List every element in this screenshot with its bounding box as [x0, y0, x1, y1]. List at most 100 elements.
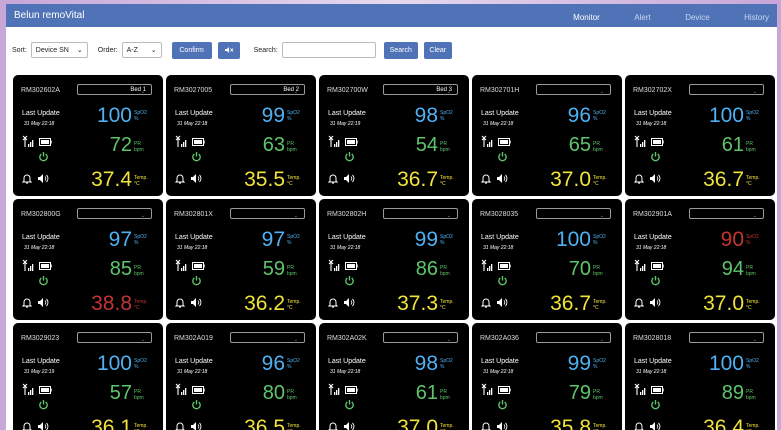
device-card[interactable]: RM302602A Bed 1 ⌄ Last Update 31 May 22:1…: [13, 75, 163, 196]
bed-select[interactable]: ⌄: [536, 332, 611, 343]
speaker-icon[interactable]: [37, 421, 49, 430]
power-icon: [192, 276, 201, 286]
device-card[interactable]: RM302702X ⌄ Last Update 31 May 22:18 100…: [625, 75, 775, 196]
speaker-icon[interactable]: [343, 297, 355, 308]
bell-icon[interactable]: [634, 173, 644, 184]
temp-value: 36.7: [703, 168, 744, 191]
confirm-button[interactable]: Confirm: [171, 41, 212, 59]
bed-select[interactable]: Bed 1 ⌄: [77, 84, 152, 95]
bell-icon[interactable]: [328, 421, 338, 430]
last-update-time: 31 May 22:18: [483, 245, 514, 251]
bell-icon[interactable]: [22, 297, 32, 308]
bed-select[interactable]: ⌄: [536, 208, 611, 219]
search-button[interactable]: Search: [383, 41, 418, 59]
device-card[interactable]: RM302800G ⌄ Last Update 31 May 22:18 97 …: [13, 199, 163, 320]
speaker-icon[interactable]: [190, 421, 202, 430]
bell-icon[interactable]: [481, 173, 491, 184]
device-card[interactable]: RM3028018 ⌄ Last Update 31 May 22:18 100…: [625, 323, 775, 430]
device-card[interactable]: RM302801X ⌄ Last Update 31 May 22:18 97 …: [166, 199, 316, 320]
bed-select[interactable]: ⌄: [230, 208, 305, 219]
navbar: Belun remoVital Monitor Alert Device His…: [6, 4, 777, 27]
bell-icon[interactable]: [634, 421, 644, 430]
power-icon: [498, 400, 507, 410]
bed-select[interactable]: ⌄: [536, 84, 611, 95]
bell-icon[interactable]: [328, 297, 338, 308]
speaker-icon[interactable]: [649, 297, 661, 308]
last-update-label: Last Update: [175, 358, 213, 365]
bed-select[interactable]: ⌄: [77, 332, 152, 343]
bell-icon[interactable]: [481, 297, 491, 308]
last-update-time: 31 May 22:18: [483, 369, 514, 375]
speaker-icon[interactable]: [37, 173, 49, 184]
temp-value: 36.5: [244, 416, 285, 430]
mute-button[interactable]: [217, 41, 240, 59]
device-sn: RM3027005: [174, 87, 213, 94]
bed-select[interactable]: ⌄: [689, 332, 764, 343]
temp-unit: Temp.°C: [746, 423, 760, 430]
speaker-icon[interactable]: [649, 173, 661, 184]
bell-icon[interactable]: [175, 297, 185, 308]
nav-history[interactable]: History: [744, 13, 769, 22]
bed-select[interactable]: ⌄: [77, 208, 152, 219]
device-card[interactable]: RM302701H ⌄ Last Update 31 May 22:18 96 …: [472, 75, 622, 196]
device-card[interactable]: RM302802H ⌄ Last Update 31 May 22:18 99 …: [319, 199, 469, 320]
nav-monitor[interactable]: Monitor: [573, 13, 600, 22]
nav-alert[interactable]: Alert: [634, 13, 650, 22]
device-card[interactable]: RM302A019 ⌄ Last Update 31 May 22:18 96 …: [166, 323, 316, 430]
bed-select[interactable]: ⌄: [383, 332, 458, 343]
power-icon: [39, 276, 48, 286]
speaker-icon[interactable]: [496, 421, 508, 430]
sort-value: Device SN: [35, 46, 69, 54]
speaker-icon[interactable]: [496, 173, 508, 184]
bell-icon[interactable]: [634, 297, 644, 308]
bell-icon[interactable]: [328, 173, 338, 184]
battery-icon: [498, 386, 511, 394]
spo2-unit: SpO2%: [287, 110, 300, 122]
bed-select[interactable]: ⌄: [383, 208, 458, 219]
pr-unit: PR bpm: [593, 265, 603, 277]
spo2-value: 96: [261, 352, 285, 375]
bell-icon[interactable]: [175, 173, 185, 184]
device-card[interactable]: RM302A036 ⌄ Last Update 31 May 22:18 99 …: [472, 323, 622, 430]
last-update-time: 31 May 22:18: [177, 121, 208, 127]
device-card[interactable]: RM3027005 Bed 2 ⌄ Last Update 31 May 22:1…: [166, 75, 316, 196]
bed-select[interactable]: ⌄: [230, 332, 305, 343]
order-select[interactable]: A-Z ⌄: [121, 42, 162, 58]
bell-icon[interactable]: [22, 173, 32, 184]
spo2-value: 100: [708, 352, 744, 375]
bell-icon[interactable]: [175, 421, 185, 430]
speaker-icon[interactable]: [343, 421, 355, 430]
speaker-icon[interactable]: [190, 173, 202, 184]
bed-select[interactable]: ⌄: [689, 208, 764, 219]
device-card[interactable]: RM3028035 ⌄ Last Update 31 May 22:18 100…: [472, 199, 622, 320]
speaker-icon[interactable]: [343, 173, 355, 184]
signal-icon: [328, 135, 340, 147]
device-card[interactable]: RM302700W Bed 3 ⌄ Last Update 31 May 22:1…: [319, 75, 469, 196]
bell-icon[interactable]: [22, 421, 32, 430]
nav-device[interactable]: Device: [685, 13, 709, 22]
sort-select[interactable]: Device SN ⌄: [30, 42, 88, 58]
bed-select[interactable]: ⌄: [689, 84, 764, 95]
last-update-label: Last Update: [634, 110, 672, 117]
pr-unit: PR bpm: [746, 141, 756, 153]
clear-button[interactable]: Clear: [423, 41, 452, 59]
temp-value: 38.8: [91, 292, 132, 315]
speaker-icon[interactable]: [649, 421, 661, 430]
temp-unit: Temp.°C: [746, 175, 760, 187]
device-card[interactable]: RM3029023 ⌄ Last Update 31 May 22:19 100…: [13, 323, 163, 430]
bed-select[interactable]: Bed 2 ⌄: [230, 84, 305, 95]
bed-select[interactable]: Bed 3 ⌄: [383, 84, 458, 95]
device-card[interactable]: RM302901A ⌄ Last Update 31 May 22:18 90 …: [625, 199, 775, 320]
temp-value: 37.0: [703, 292, 744, 315]
bell-icon[interactable]: [481, 421, 491, 430]
device-card[interactable]: RM302A02K ⌄ Last Update 31 May 22:18 98 …: [319, 323, 469, 430]
search-input[interactable]: [281, 42, 376, 58]
spo2-unit: SpO2%: [593, 110, 606, 122]
speaker-icon[interactable]: [37, 297, 49, 308]
chevron-down-icon: ⌄: [752, 337, 757, 343]
speaker-icon[interactable]: [190, 297, 202, 308]
temp-unit: Temp.°C: [746, 299, 760, 311]
power-icon: [345, 152, 354, 162]
speaker-icon[interactable]: [496, 297, 508, 308]
last-update-label: Last Update: [481, 358, 519, 365]
